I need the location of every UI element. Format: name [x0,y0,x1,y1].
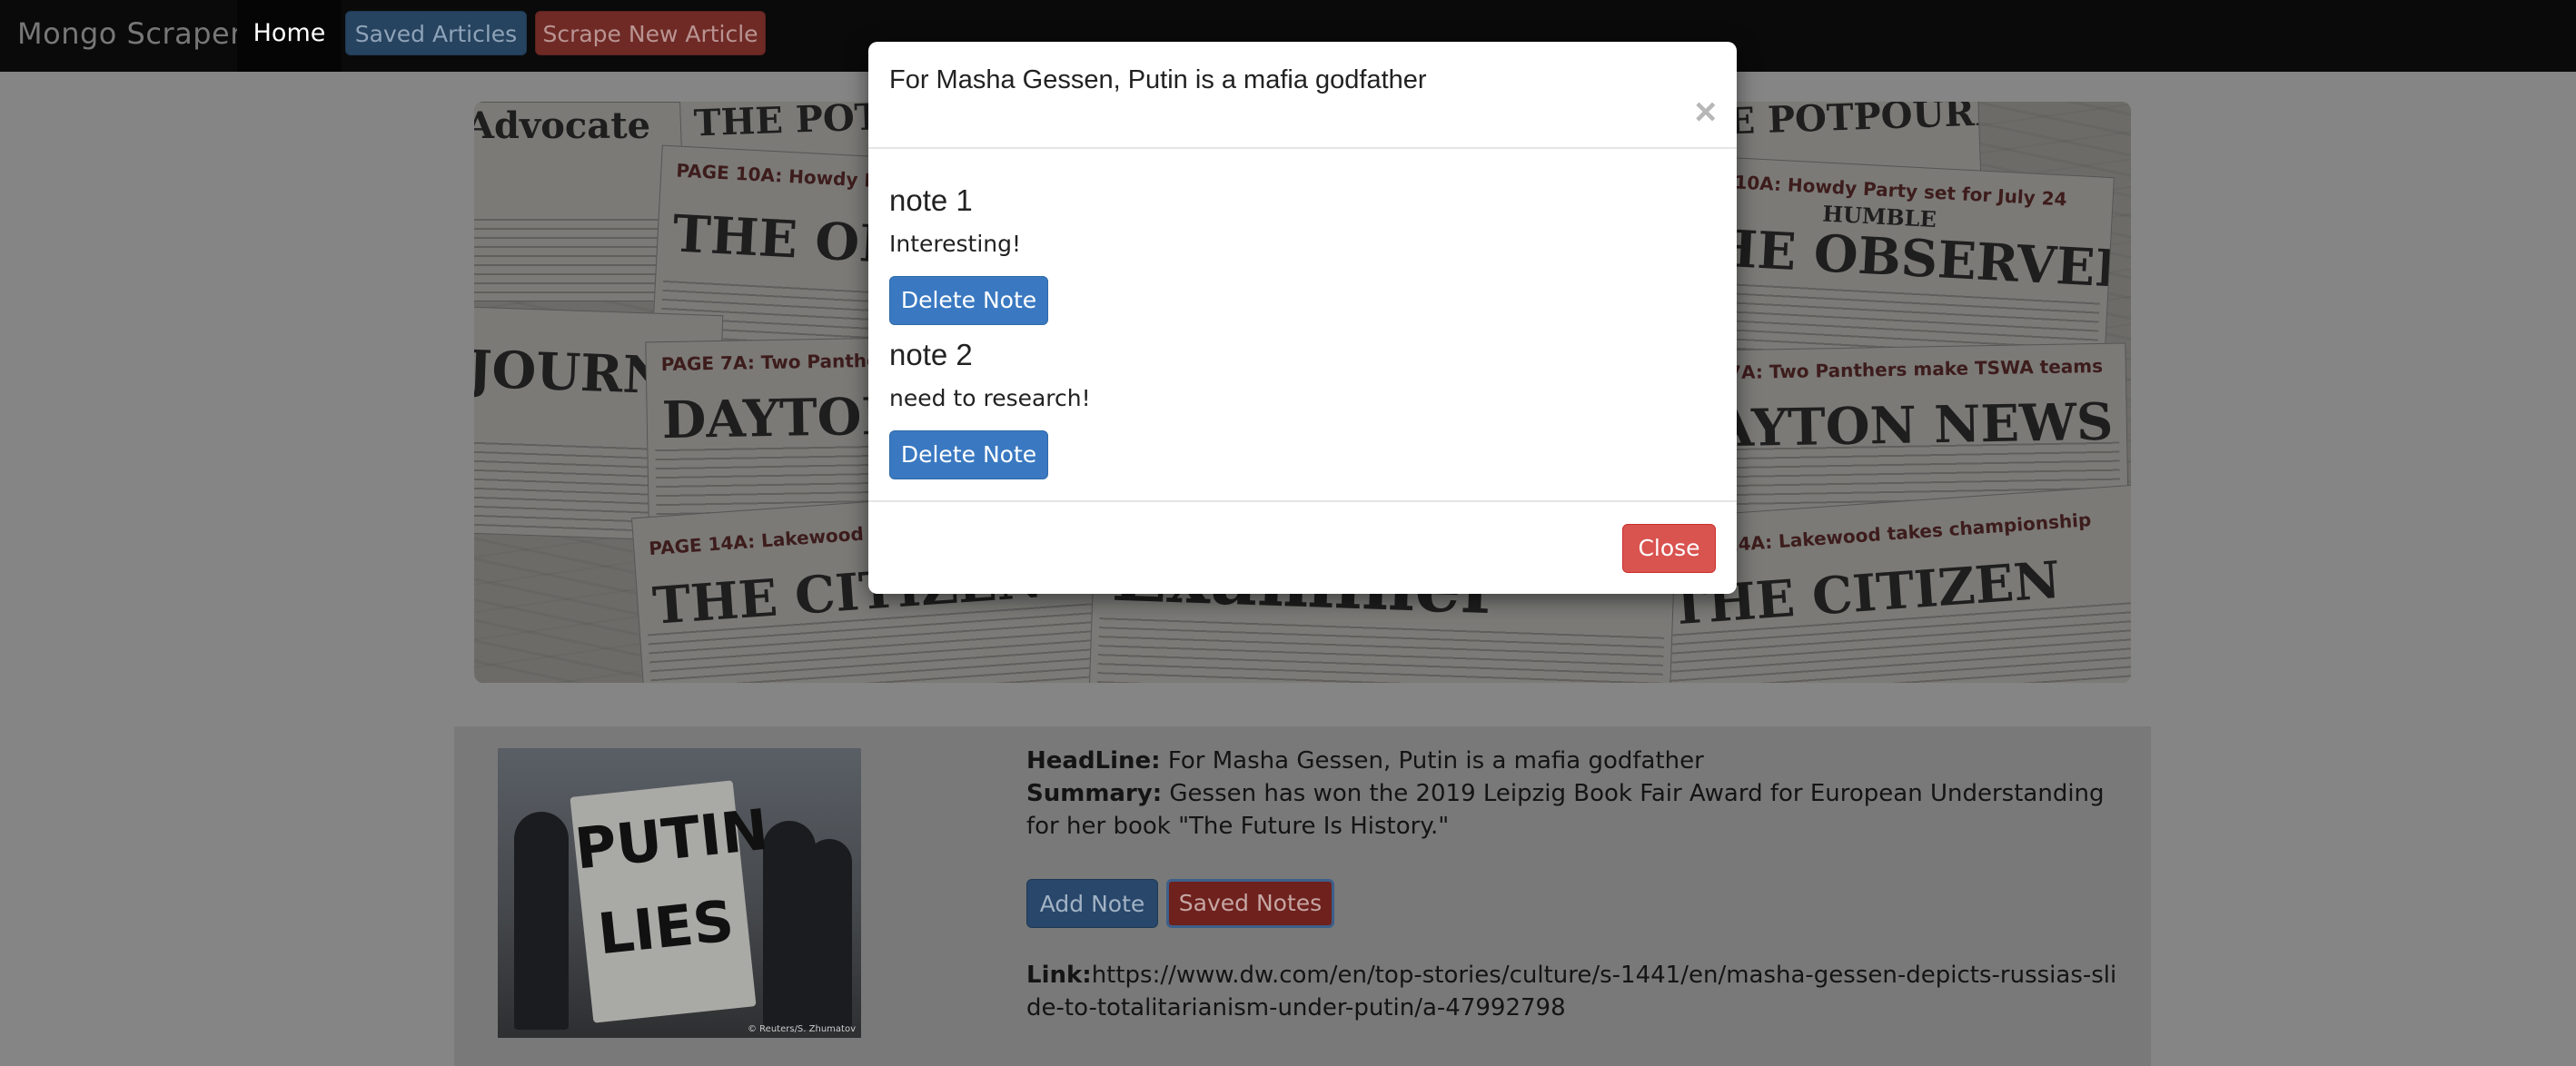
headline-label: HeadLine: [1026,747,1161,775]
article-headline: For Masha Gessen, Putin is a mafia godfa… [1167,747,1704,775]
article-link-block: Link:https://www.dw.com/en/top-stories/c… [1026,959,2125,1024]
notes-modal: For Masha Gessen, Putin is a mafia godfa… [868,42,1737,594]
modal-divider [868,147,1737,149]
article-link[interactable]: https://www.dw.com/en/top-stories/cultur… [1026,962,2116,1022]
note-body: need to research! [889,385,1091,411]
note-title: note 1 [889,183,973,217]
close-button[interactable]: Close [1622,524,1716,573]
summary-label: Summary: [1026,780,1163,807]
modal-title: For Masha Gessen, Putin is a mafia godfa… [889,65,1427,94]
note-body: Interesting! [889,231,1022,257]
scrape-new-article-button[interactable]: Scrape New Article [535,11,766,55]
protester-figure [807,839,852,1030]
protester-figure [514,812,569,1030]
brand-logo[interactable]: Mongo Scraper [17,0,243,72]
article-image: PUTIN LIES © Reuters/S. Zhumatov [498,748,861,1038]
delete-note-button[interactable]: Delete Note [889,276,1048,325]
add-note-button[interactable]: Add Note [1026,879,1158,928]
image-credit: © Reuters/S. Zhumatov [748,1024,856,1034]
saved-articles-button[interactable]: Saved Articles [345,11,527,55]
delete-note-button[interactable]: Delete Note [889,430,1048,479]
protest-sign: PUTIN LIES [570,780,771,1023]
nav-home-link[interactable]: Home [237,0,342,72]
close-icon[interactable]: × [1694,93,1717,131]
modal-divider [868,500,1737,502]
note-title: note 2 [889,338,973,371]
article-details: HeadLine: For Masha Gessen, Putin is a m… [1026,745,2125,843]
link-label: Link: [1026,962,1092,989]
newspaper-kicker: PAGE 7A: Two Panthers make TSWA teams [1669,354,2104,385]
article-summary: Gessen has won the 2019 Leipzig Book Fai… [1026,780,2105,840]
newspaper-masthead: Advocate [474,104,651,147]
saved-notes-button[interactable]: Saved Notes [1166,879,1334,928]
